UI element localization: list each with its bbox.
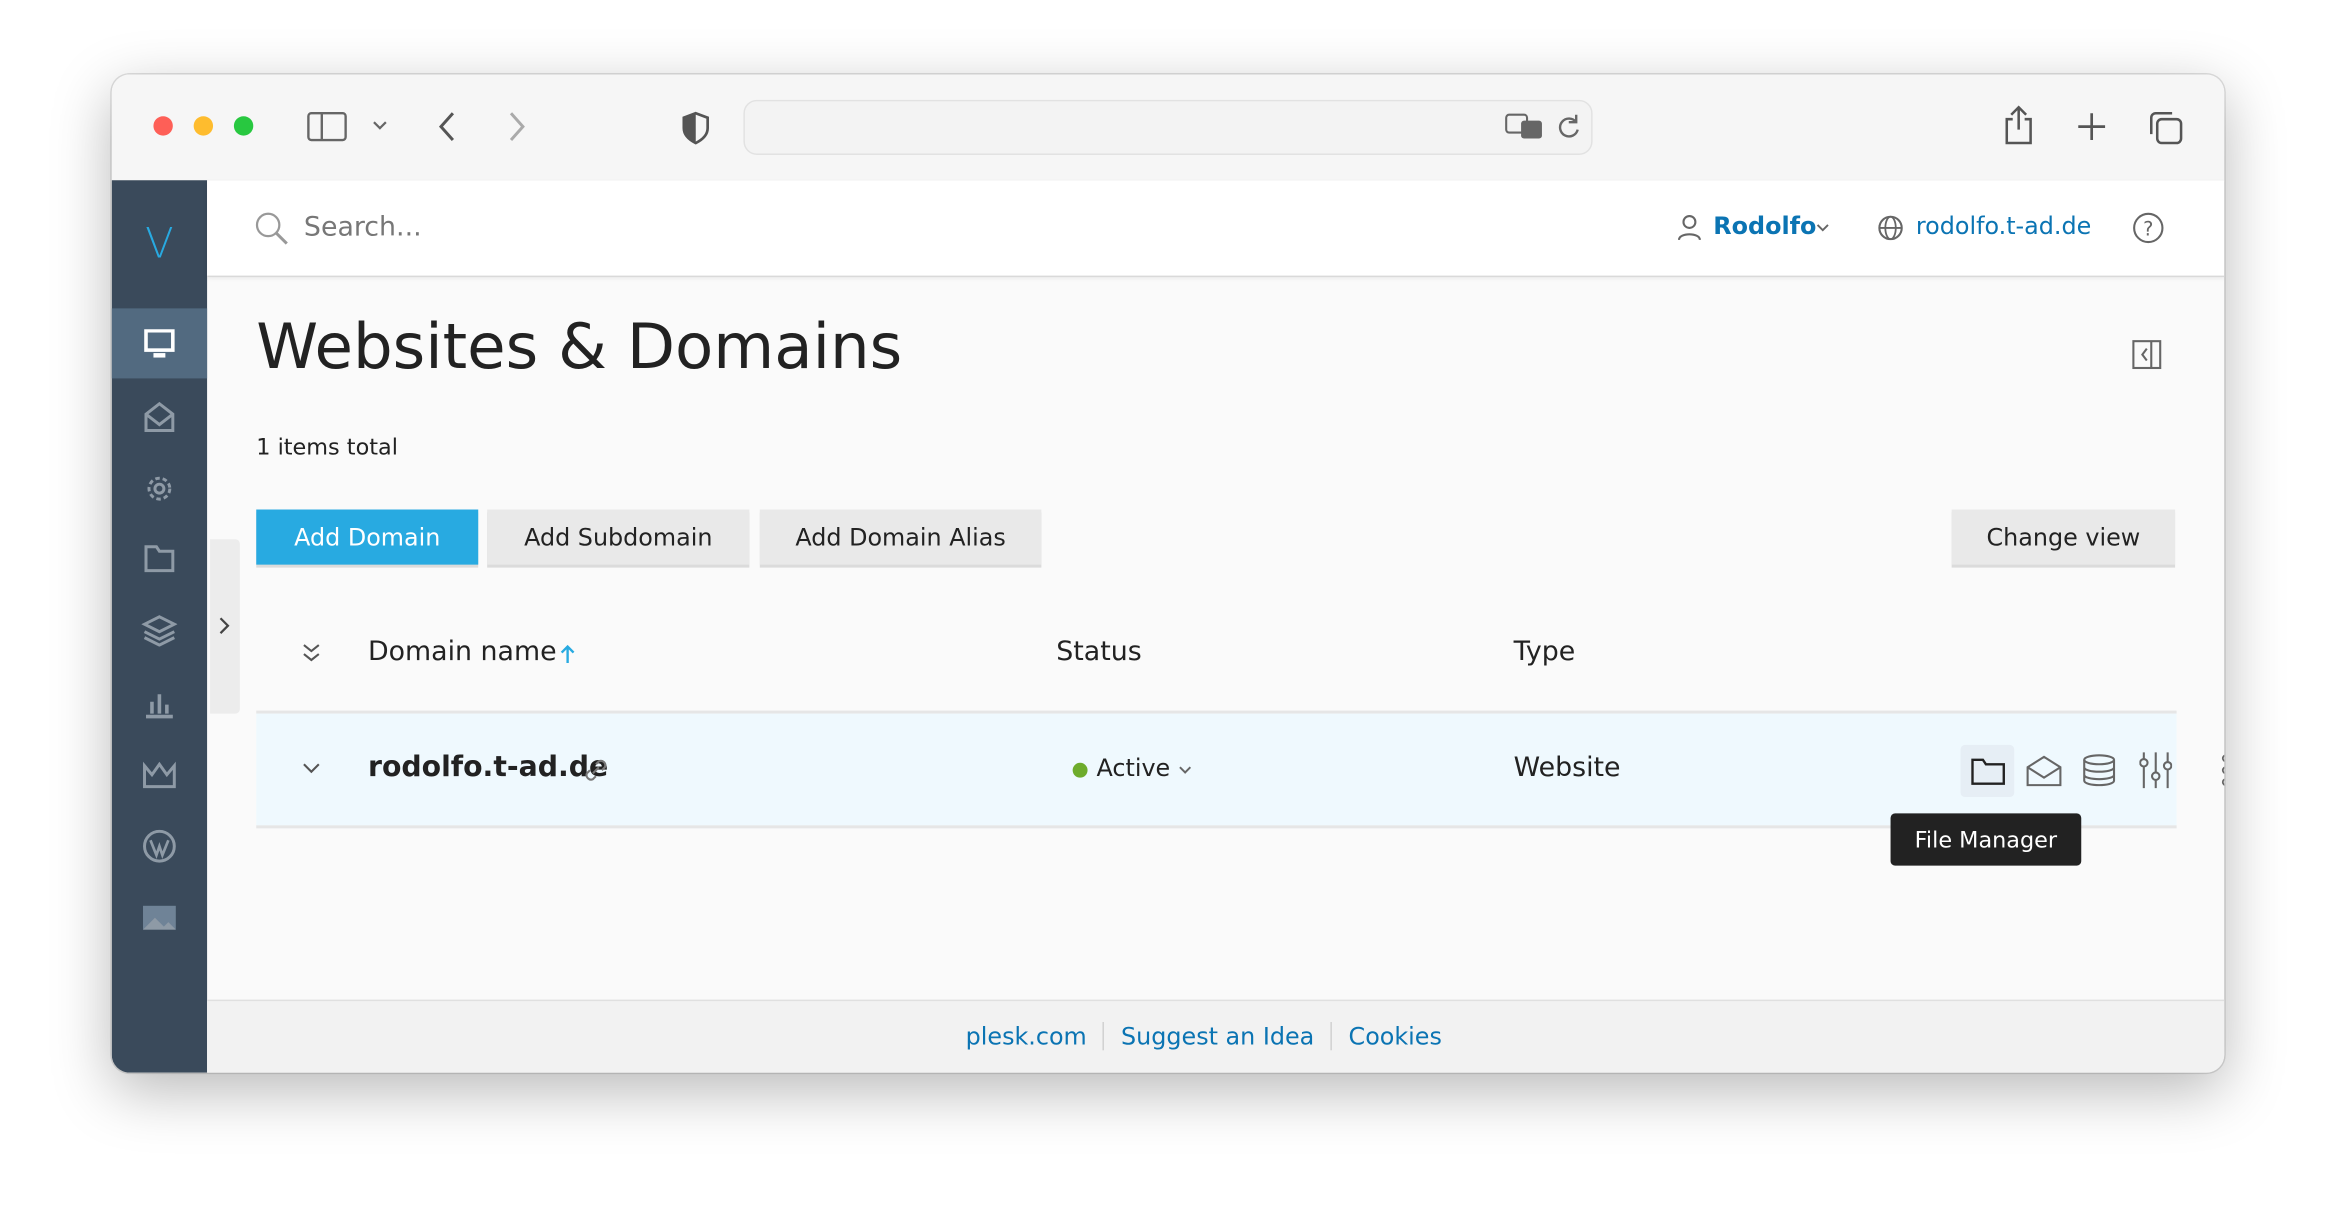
globe-icon: [1878, 215, 1903, 241]
sidebar-item-files[interactable]: [112, 523, 207, 593]
sidebar-item-websites[interactable]: [111, 308, 208, 379]
folder-icon: [1971, 758, 2005, 785]
sidebar-item-applications[interactable]: [112, 594, 207, 664]
expand-panel-handle[interactable]: [210, 539, 240, 714]
chevron-down-icon[interactable]: [1178, 766, 1192, 775]
column-status[interactable]: Status: [1056, 636, 1141, 667]
browser-window: V Search... Rodolfo rodolfo.t-ad.de ? We…: [111, 74, 2225, 1073]
close-window-button[interactable]: [153, 116, 173, 136]
sort-ascending-icon[interactable]: [560, 644, 575, 665]
chevron-down-icon[interactable]: [372, 121, 387, 133]
maximize-window-button[interactable]: [233, 116, 254, 136]
user-icon: [1677, 214, 1701, 241]
sidebar-item-mail[interactable]: [112, 381, 207, 451]
wordpress-icon: [143, 829, 176, 862]
sidebar: V: [111, 180, 208, 1073]
search-input[interactable]: Search...: [304, 212, 422, 243]
sidebar-item-settings[interactable]: [112, 453, 207, 523]
translate-icon[interactable]: [1505, 113, 1544, 140]
status-dot: [1072, 762, 1088, 778]
forward-icon[interactable]: [507, 110, 528, 143]
settings-sliders-icon[interactable]: [2139, 751, 2173, 790]
image-icon: [143, 905, 176, 929]
mail-icon: [144, 401, 175, 432]
browser-toolbar: [111, 74, 2225, 182]
column-domain-name[interactable]: Domain name: [368, 636, 557, 667]
expand-all-icon[interactable]: [302, 644, 320, 662]
domain-link[interactable]: rodolfo.t-ad.de: [1916, 212, 2091, 240]
help-icon[interactable]: ?: [2132, 212, 2165, 245]
folder-icon: [144, 544, 175, 572]
page-title: Websites & Domains: [256, 309, 903, 383]
add-subdomain-button[interactable]: Add Subdomain: [487, 509, 750, 565]
layers-icon: [141, 614, 178, 646]
footer-link-suggest-idea[interactable]: Suggest an Idea: [1103, 1022, 1330, 1051]
sidebar-item-wordpress[interactable]: [112, 810, 207, 880]
tooltip: File Manager: [1890, 813, 2082, 866]
column-type[interactable]: Type: [1514, 636, 1576, 667]
tabs-icon[interactable]: [2148, 110, 2184, 146]
top-header: Search... Rodolfo rodolfo.t-ad.de ?: [207, 180, 2225, 278]
file-manager-button[interactable]: [1960, 744, 2015, 798]
type-value: Website: [1513, 752, 1621, 784]
sidebar-item-extensions[interactable]: [112, 739, 207, 809]
side-panel-toggle-icon[interactable]: [2132, 340, 2162, 370]
minimize-window-button[interactable]: [193, 116, 214, 136]
crown-icon: [143, 760, 176, 788]
add-domain-alias-button[interactable]: Add Domain Alias: [759, 509, 1042, 565]
change-view-button[interactable]: Change view: [1951, 509, 2176, 565]
domain-name-link[interactable]: rodolfo.t-ad.de: [368, 751, 608, 784]
sidebar-item-images[interactable]: [112, 882, 207, 952]
database-icon[interactable]: [2083, 754, 2116, 787]
back-icon[interactable]: [437, 110, 458, 143]
footer-link-cookies[interactable]: Cookies: [1330, 1022, 1459, 1051]
shield-icon[interactable]: [681, 110, 711, 146]
expand-row-icon[interactable]: [302, 763, 320, 775]
items-count: 1 items total: [256, 433, 398, 461]
status-badge[interactable]: Active: [1096, 754, 1170, 782]
search-icon: [255, 212, 288, 245]
chevron-right-icon: [219, 617, 230, 634]
link-icon[interactable]: [583, 757, 610, 784]
sidebar-icon[interactable]: [307, 112, 349, 142]
more-options-icon[interactable]: [2220, 754, 2225, 787]
svg-text:?: ?: [2143, 217, 2153, 240]
chevron-down-icon[interactable]: [1816, 223, 1829, 232]
share-icon[interactable]: [2002, 104, 2035, 146]
table-header: Domain name Status Type: [256, 596, 2177, 714]
mail-icon[interactable]: [2026, 754, 2062, 787]
add-domain-button[interactable]: Add Domain: [256, 509, 479, 565]
sidebar-item-statistics[interactable]: [112, 667, 207, 737]
user-menu[interactable]: Rodolfo: [1713, 212, 1816, 240]
footer: plesk.com Suggest an Idea Cookies: [207, 999, 2225, 1073]
logo: V: [145, 219, 174, 269]
monitor-icon: [144, 328, 175, 357]
reload-icon[interactable]: [1555, 113, 1582, 140]
address-bar[interactable]: [743, 99, 1593, 155]
table-row[interactable]: rodolfo.t-ad.de Active Website: [256, 713, 2225, 829]
footer-link-plesk[interactable]: plesk.com: [949, 1022, 1103, 1050]
chart-icon: [146, 693, 173, 718]
gear-icon: [147, 475, 172, 500]
plus-icon[interactable]: [2077, 112, 2107, 142]
